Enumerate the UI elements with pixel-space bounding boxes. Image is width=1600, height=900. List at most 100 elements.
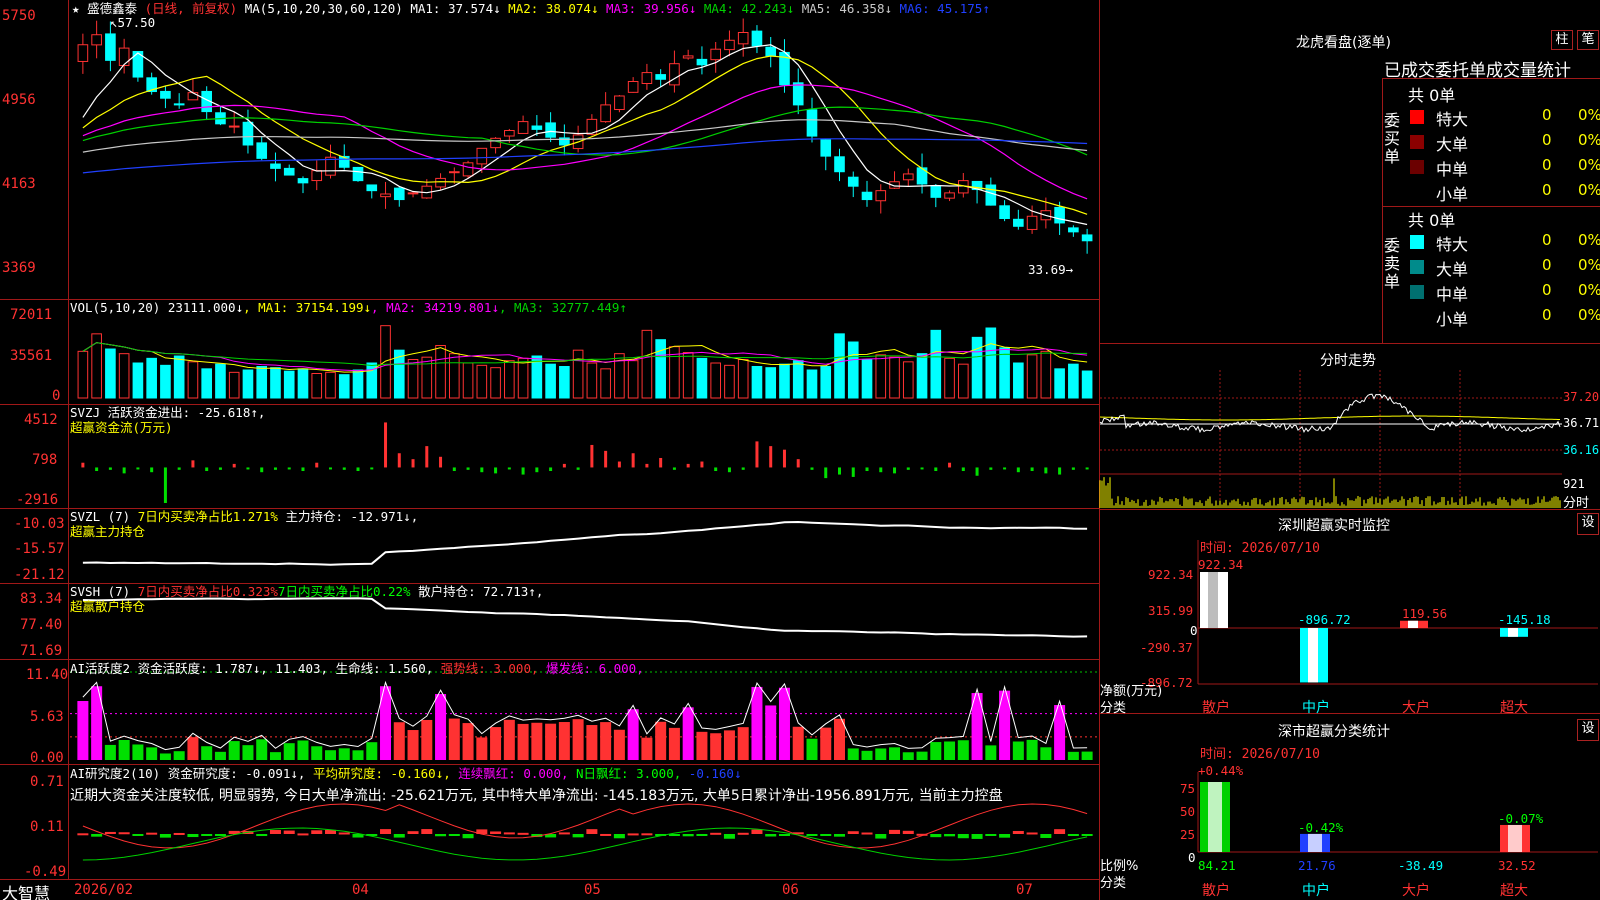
cls-time: 时间: 2026/07/10 [1200, 747, 1320, 762]
candle [435, 177, 446, 188]
ma-value: MA6: 45.175↑ [892, 1, 990, 16]
research-bar [448, 834, 460, 836]
flow-bar [851, 467, 855, 477]
candle [531, 125, 543, 130]
candlestick-plot[interactable] [77, 18, 1093, 254]
activity-bar [104, 744, 116, 760]
svzj-title[interactable]: SVZJ 活跃资金进出: -25.618↑, [70, 406, 265, 420]
volume-bar [1081, 370, 1093, 399]
ai-research-plot[interactable] [77, 803, 1093, 861]
period-label[interactable]: (日线, 前复权) [145, 1, 238, 16]
y-tick: 3369 [2, 260, 36, 276]
y-tick: 0 [52, 388, 61, 404]
candle [118, 47, 130, 66]
candle [256, 142, 268, 159]
research-bar [1026, 832, 1038, 835]
volume-bar [834, 333, 845, 399]
activity-bar [256, 739, 268, 760]
category-label: 散户 [1202, 883, 1230, 899]
ai-activity-title[interactable]: AI活跃度2 资金活跃度: 1.787↓, 11.403, 生命线: 1.560… [70, 661, 441, 676]
research-bar [737, 832, 749, 835]
flow-bar [81, 462, 85, 468]
volume-bar [160, 364, 171, 399]
svsh-plot[interactable] [82, 597, 1088, 638]
y-tick: 0.71 [30, 774, 64, 790]
legend-swatch [1410, 160, 1424, 174]
activity-bar [957, 740, 969, 760]
flow-bar [411, 459, 415, 468]
flow-bar [507, 467, 511, 470]
volume-bar [146, 357, 157, 399]
ai-research-title[interactable]: AI研究度2(10) 资金研究度: -0.091↓, [70, 766, 313, 781]
cls-value: 21.76 [1298, 858, 1336, 873]
timeshare-plot[interactable] [1099, 370, 1562, 508]
activity-bar [600, 722, 612, 760]
volume-plot[interactable] [77, 325, 1093, 399]
svzl-title[interactable]: SVZL (7) [70, 509, 138, 524]
order-count: 0 [1542, 306, 1552, 324]
ai-activity-plot[interactable] [70, 671, 1097, 760]
volume-bar [724, 364, 735, 399]
x-tick: 05 [584, 882, 601, 898]
activity-bar [916, 751, 928, 760]
order-count: 0 [1542, 106, 1552, 124]
volume-bar [380, 325, 391, 399]
y-tick: 83.34 [20, 591, 63, 607]
svzl-plot[interactable] [82, 520, 1088, 566]
sz-settings-button[interactable]: 设 [1577, 513, 1599, 535]
flow-bar [150, 467, 154, 473]
candle [999, 205, 1010, 219]
flow-bar [727, 467, 731, 473]
volume-bar [902, 361, 914, 399]
svsh-title[interactable]: SVSH (7) [70, 584, 138, 599]
cls-bar-highlight [1508, 824, 1522, 852]
y-tick: 0.00 [30, 750, 64, 766]
volume-bar [875, 354, 887, 399]
y-tick: 71.69 [20, 643, 63, 659]
svzj-plot[interactable] [81, 422, 1089, 503]
candle [228, 125, 240, 128]
volume-bar [77, 350, 89, 399]
sz-value: -145.18 [1498, 612, 1551, 627]
activity-bar [696, 731, 708, 760]
activity-bar [806, 738, 818, 760]
cls-change: +0.44% [1198, 763, 1244, 778]
order-size-label: 小单 [1436, 185, 1469, 204]
activity-bar [132, 744, 144, 760]
activity-bar [421, 719, 433, 760]
candle [77, 44, 89, 62]
volume-bar [283, 370, 295, 399]
activity-bar [1040, 747, 1052, 760]
candle [600, 104, 611, 123]
candle [1081, 234, 1093, 242]
flow-bar [301, 467, 305, 472]
candle [627, 81, 639, 93]
sz-bar [1200, 572, 1228, 628]
ma-values: MA1: 37.574↓ MA2: 38.074↓ MA3: 39.956↓ M… [410, 1, 990, 16]
research-bar [338, 832, 350, 835]
stock-name[interactable]: 盛德鑫泰 [87, 1, 137, 16]
activity-bar [146, 747, 158, 760]
order-count: 0 [1542, 131, 1552, 149]
vol-title[interactable]: VOL(5,10,20) [70, 300, 160, 315]
research-bar [380, 829, 392, 834]
volume-bar [256, 366, 268, 399]
category-label: 大户 [1402, 883, 1430, 899]
activity-bar [352, 750, 364, 760]
flow-bar [645, 463, 649, 468]
legend-swatch [1410, 185, 1424, 199]
ma-value: MA4: 42.243↓ [696, 1, 795, 16]
research-bar [159, 834, 171, 838]
svzl-ratio: 7日内买卖净占比1.271% [137, 509, 278, 524]
svsh-subtitle: 超赢散户持仓 [70, 599, 146, 614]
volume-bar [435, 345, 446, 399]
flow-bar [659, 457, 663, 468]
flow-bar [934, 467, 938, 472]
column-view-button[interactable]: 柱 [1551, 30, 1573, 50]
y-tick: -10.03 [14, 516, 65, 532]
cls-settings-button[interactable]: 设 [1577, 719, 1599, 741]
tick-view-button[interactable]: 笔 [1577, 30, 1599, 50]
research-bar [723, 834, 735, 839]
volume-bar [118, 353, 130, 399]
volume-bar [779, 363, 790, 399]
